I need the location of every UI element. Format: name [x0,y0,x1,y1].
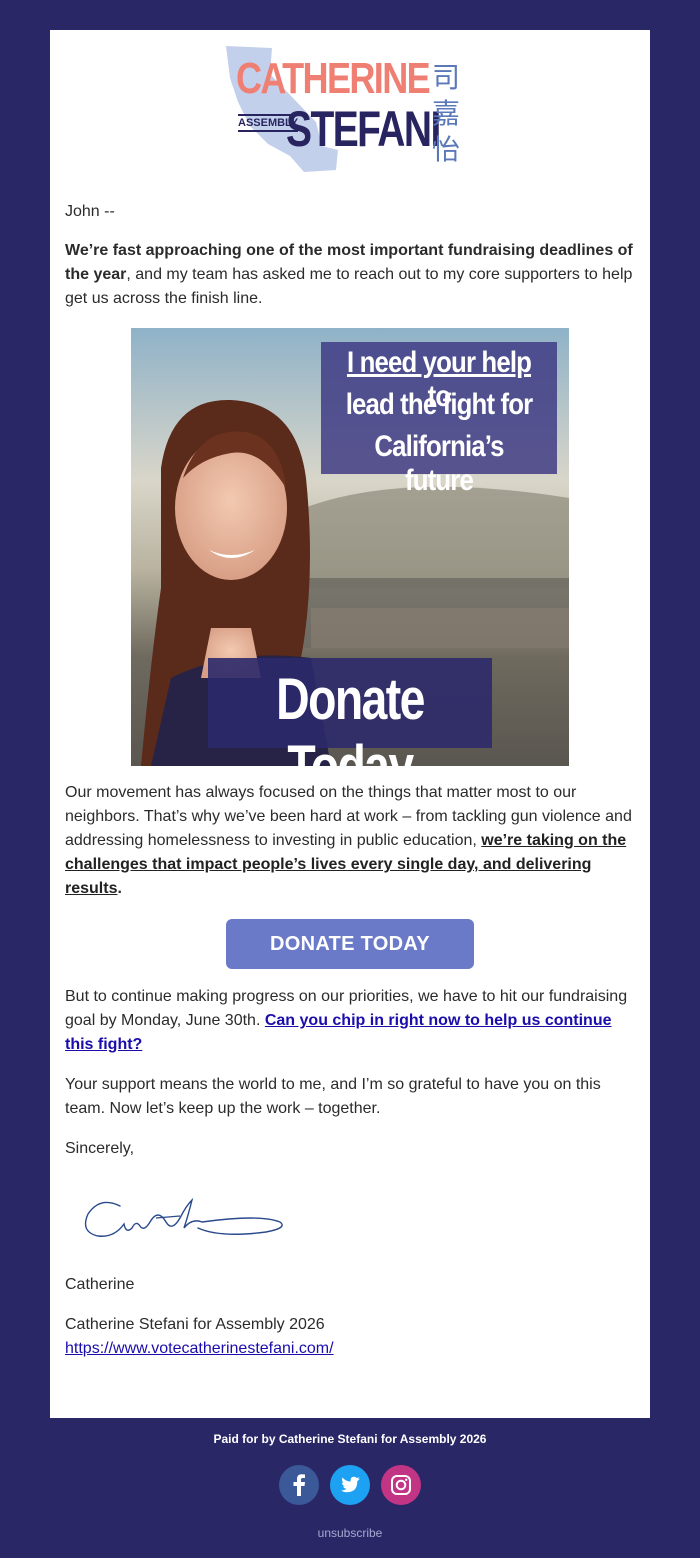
movement-end: . [117,880,122,897]
facebook-button[interactable] [279,1465,319,1505]
hero-donate-image[interactable]: I need your help to lead the fight for C… [131,328,569,766]
hero-headline-line3: California’s future [374,430,504,497]
hero-donate-label: Donate Today [276,667,425,766]
movement-paragraph: Our movement has always focused on the t… [65,781,635,901]
committee-name: Catherine Stefani for Assembly 2026 [65,1316,325,1333]
logo-chinese-3: 怡 [432,134,461,165]
instagram-icon [391,1475,411,1495]
unsubscribe-link[interactable]: unsubscribe [0,1526,700,1540]
twitter-button[interactable] [330,1465,370,1505]
facebook-icon [293,1474,305,1496]
hero-headline-underlined: I need your help [346,346,532,379]
closing: Sincerely, [65,1140,135,1157]
signer-name: Catherine [65,1276,135,1293]
greeting: John -- [65,203,115,220]
support-paragraph: Your support means the world to me, and … [65,1076,601,1117]
website-link-wrap: https://www.votecatherinestefani.com/ [65,1337,635,1361]
deadline-paragraph: But to continue making progress on our p… [65,985,635,1057]
donate-today-button[interactable]: DONATE TODAY [226,919,474,969]
logo-first-name: CATHERINE [236,54,431,103]
logo-chinese-2: 嘉 [432,98,461,129]
email-card: CATHERINE ASSEMBLY STEFANI 司 嘉 怡 John --… [50,30,650,1418]
paid-for-disclaimer: Paid for by Catherine Stefani for Assemb… [213,1432,487,1446]
campaign-logo: CATHERINE ASSEMBLY STEFANI 司 嘉 怡 [220,44,470,172]
intro-paragraph: We’re fast approaching one of the most i… [65,239,635,311]
logo-last-name: STEFANI [286,101,441,157]
instagram-button[interactable] [381,1465,421,1505]
intro-rest: , and my team has asked me to reach out … [65,266,633,307]
website-link[interactable]: https://www.votecatherinestefani.com/ [65,1340,334,1357]
hero-headline-line2: lead the fight for [345,388,533,421]
logo-chinese-1: 司 [432,62,461,93]
twitter-icon [340,1476,360,1493]
signature-image [84,1197,283,1237]
